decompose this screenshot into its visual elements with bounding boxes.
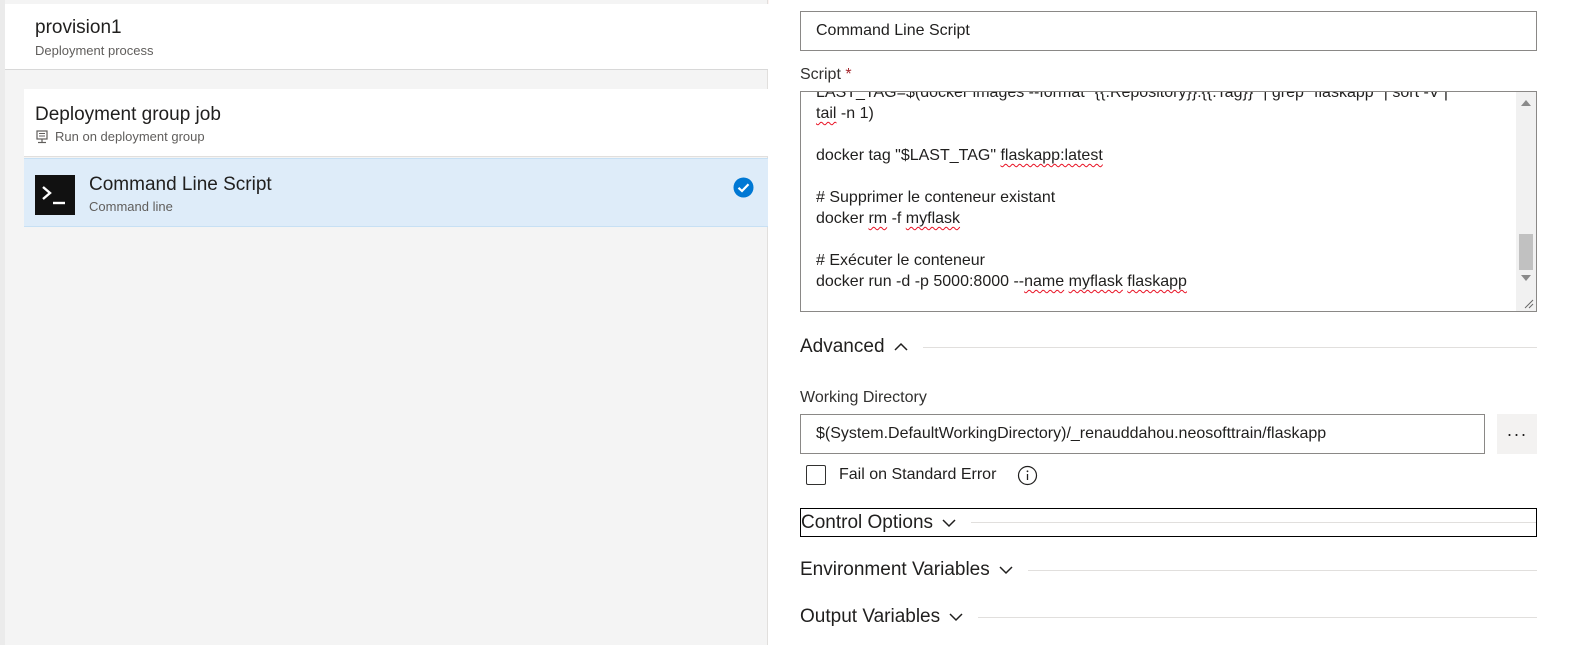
resize-grip-icon[interactable]: [1522, 297, 1534, 309]
advanced-section-header[interactable]: Advanced: [800, 332, 1537, 362]
fail-on-stderr-label[interactable]: Fail on Standard Error: [839, 466, 996, 484]
script-line: tail -n 1): [816, 105, 874, 122]
working-directory-label: Working Directory: [800, 389, 927, 406]
left-edge: [0, 0, 5, 645]
section-divider: [1027, 569, 1537, 571]
required-marker: *: [845, 66, 852, 83]
chevron-down-icon: [999, 566, 1013, 575]
terminal-icon: [35, 175, 75, 215]
environment-variables-label: Environment Variables: [800, 559, 990, 580]
script-line: # Supprimer le conteneur existant: [816, 189, 1056, 206]
output-variables-section-header[interactable]: Output Variables: [800, 602, 1537, 632]
script-line: docker tag "$LAST_TAG" flaskapp:latest: [816, 147, 1103, 164]
script-line: [816, 166, 1512, 187]
deployment-group-icon: [36, 129, 48, 143]
section-divider: [978, 616, 1537, 618]
script-line: [816, 124, 1512, 145]
script-label: Script: [800, 66, 841, 83]
job-title: Deployment group job: [35, 104, 221, 125]
control-options-section-header[interactable]: Control Options: [800, 508, 1537, 537]
script-textarea[interactable]: LAST_TAG=$(docker images --format "{{.Re…: [800, 91, 1537, 312]
chevron-down-icon: [949, 613, 963, 622]
pipeline-header: provision1 Deployment process: [5, 4, 768, 70]
task-command-line-script[interactable]: Command Line Script Command line: [24, 158, 768, 227]
fail-on-stderr-checkbox[interactable]: [806, 465, 826, 485]
pipeline-subtitle: Deployment process: [35, 43, 154, 58]
script-line: docker rm -f myflask: [816, 210, 961, 227]
script-scrollbar[interactable]: [1516, 92, 1536, 311]
info-icon[interactable]: [1017, 465, 1038, 486]
script-line: docker run -d -p 5000:8000 --name myflas…: [816, 273, 1187, 290]
script-label-row: Script *: [800, 66, 852, 84]
environment-variables-section-header[interactable]: Environment Variables: [800, 555, 1537, 585]
section-divider: [971, 522, 1536, 523]
scroll-down-arrow-icon[interactable]: [1521, 275, 1531, 281]
chevron-down-icon: [942, 518, 956, 527]
pipeline-title: provision1: [35, 17, 122, 38]
output-variables-label: Output Variables: [800, 606, 941, 627]
script-content: LAST_TAG=$(docker images --format "{{.Re…: [816, 91, 1512, 292]
pipeline-panel: provision1 Deployment process Deployment…: [0, 0, 768, 645]
chevron-up-icon: [893, 342, 908, 351]
job-subtitle: Run on deployment group: [55, 129, 205, 144]
display-name-input[interactable]: Command Line Script: [800, 11, 1537, 51]
browse-button[interactable]: ···: [1497, 414, 1537, 454]
script-line: # Exécuter le conteneur: [816, 252, 985, 269]
section-divider: [922, 346, 1537, 348]
scroll-up-arrow-icon[interactable]: [1521, 100, 1531, 106]
task-properties-panel: Command Line Script Script * LAST_TAG=$(…: [769, 0, 1579, 645]
scroll-thumb[interactable]: [1519, 234, 1533, 270]
script-line: [816, 229, 1512, 250]
task-title: Command Line Script: [89, 174, 272, 195]
task-subtitle: Command line: [89, 199, 173, 214]
control-options-label: Control Options: [801, 511, 934, 533]
script-line: LAST_TAG=$(docker images --format "{{.Re…: [816, 91, 1449, 101]
working-directory-input[interactable]: $(System.DefaultWorkingDirectory)/_renau…: [800, 414, 1485, 454]
job-subtitle-row: Run on deployment group: [35, 129, 205, 144]
check-circle-icon: [733, 177, 754, 198]
advanced-label: Advanced: [800, 336, 885, 357]
deployment-group-job[interactable]: Deployment group job Run on deployment g…: [24, 89, 768, 157]
